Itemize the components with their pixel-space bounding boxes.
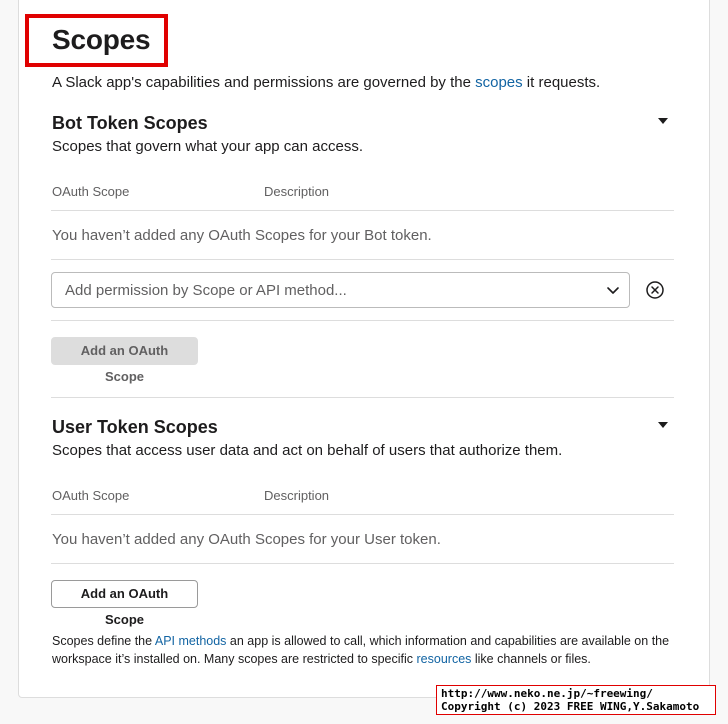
column-header-description: Description [264, 488, 330, 503]
divider [51, 563, 674, 564]
divider [51, 259, 674, 260]
resources-link[interactable]: resources [417, 652, 472, 666]
watermark-copyright: Copyright (c) 2023 FREE WING,Y.Sakamoto [441, 700, 700, 713]
user-token-scopes-subtitle: Scopes that access user data and act on … [52, 442, 563, 459]
section-divider [51, 397, 674, 398]
bot-add-oauth-scope-button[interactable]: Add an OAuth Scope [51, 337, 198, 384]
circle-x-icon[interactable] [645, 280, 665, 300]
divider [51, 320, 674, 321]
chevron-down-icon [607, 287, 619, 294]
scopes-footer-note: Scopes define the API methods an app is … [52, 634, 670, 666]
user-token-scopes-title: User Token Scopes [52, 417, 218, 437]
copyright-watermark: http://www.neko.ne.jp/~freewing/ Copyrig… [436, 685, 716, 715]
user-add-oauth-scope-button[interactable]: Add an OAuth Scope [51, 580, 198, 627]
column-header-description: Description [264, 184, 330, 199]
caret-down-icon[interactable] [658, 422, 668, 428]
api-methods-link[interactable]: API methods [155, 634, 227, 648]
page-title: Scopes [52, 24, 151, 55]
divider [51, 514, 674, 515]
intro-text: A Slack app's capabilities and permissio… [52, 74, 601, 91]
column-header-oauth-scope: OAuth Scope [52, 184, 130, 199]
bot-token-scopes-title: Bot Token Scopes [52, 113, 208, 133]
column-header-oauth-scope: OAuth Scope [52, 488, 130, 503]
divider [51, 210, 674, 211]
bot-token-scopes-subtitle: Scopes that govern what your app can acc… [52, 138, 364, 155]
watermark-url: http://www.neko.ne.jp/~freewing/ [441, 687, 653, 700]
scopes-link[interactable]: scopes [475, 74, 523, 91]
permission-select-placeholder: Add permission by Scope or API method... [65, 282, 347, 299]
user-empty-message: You haven’t added any OAuth Scopes for y… [52, 531, 441, 548]
permission-select[interactable]: Add permission by Scope or API method... [51, 272, 630, 308]
bot-empty-message: You haven’t added any OAuth Scopes for y… [52, 227, 432, 244]
caret-down-icon[interactable] [658, 118, 668, 124]
